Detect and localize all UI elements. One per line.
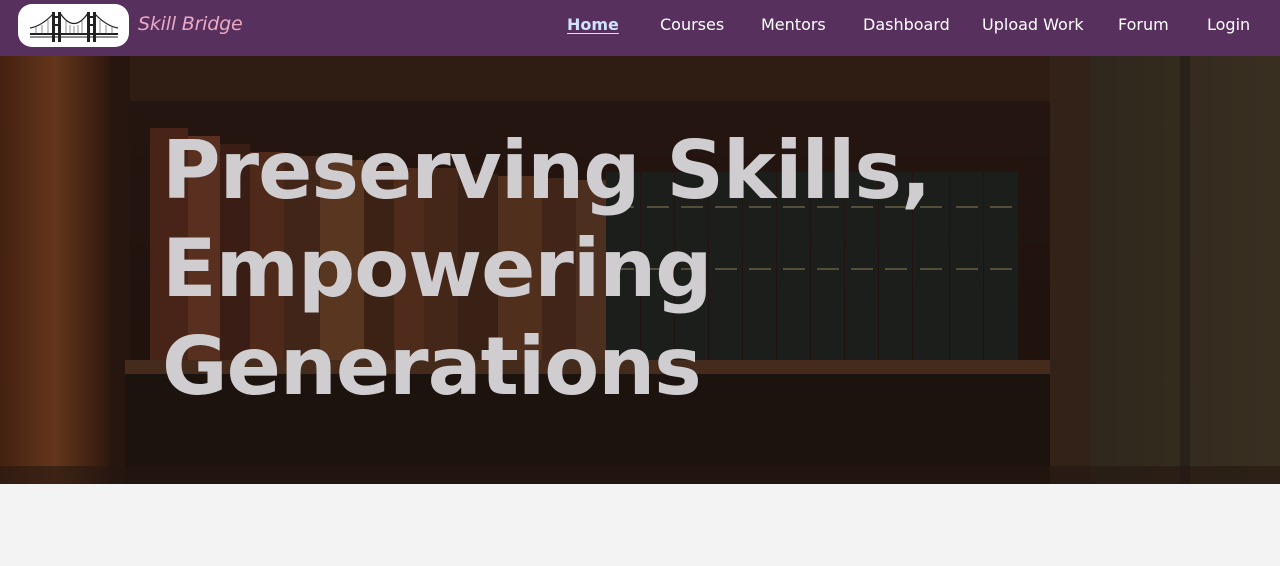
nav-upload-work[interactable]: Upload Work (982, 15, 1084, 34)
hero-title-line: Empowering (162, 222, 713, 315)
bridge-icon (29, 11, 118, 42)
logo[interactable] (18, 4, 129, 47)
hero-title-line: Generations (162, 320, 702, 413)
nav-courses[interactable]: Courses (660, 15, 724, 34)
content-area (0, 484, 1280, 566)
hero-title-line: Preserving Skills, (162, 124, 931, 217)
nav-dashboard[interactable]: Dashboard (863, 15, 950, 34)
nav-mentors[interactable]: Mentors (761, 15, 826, 34)
hero-title: Preserving Skills, Empowering Generation… (162, 122, 1062, 416)
brand-name[interactable]: Skill Bridge (138, 13, 243, 35)
top-navbar: Skill Bridge Home Courses Mentors Dashbo… (0, 0, 1280, 56)
nav-home[interactable]: Home (567, 15, 619, 34)
hero-section: Preserving Skills, Empowering Generation… (0, 56, 1280, 484)
nav-login[interactable]: Login (1207, 15, 1250, 34)
nav-forum[interactable]: Forum (1118, 15, 1169, 34)
